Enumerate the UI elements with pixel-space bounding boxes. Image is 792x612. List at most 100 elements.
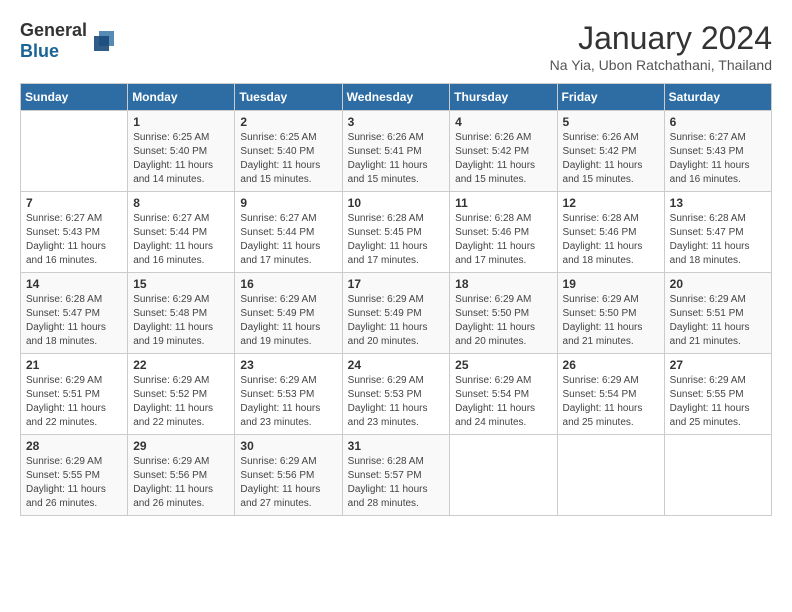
month-year-title: January 2024 bbox=[550, 20, 772, 57]
day-number: 20 bbox=[670, 277, 766, 291]
calendar-cell: 27Sunrise: 6:29 AMSunset: 5:55 PMDayligh… bbox=[664, 354, 771, 435]
day-number: 18 bbox=[455, 277, 551, 291]
calendar-cell: 8 Sunrise: 6:27 AMSunset: 5:44 PMDaylight… bbox=[128, 192, 235, 273]
logo: General Blue bbox=[20, 20, 119, 62]
calendar-cell: 21 Sunrise: 6:29 AMSunset: 5:51 PMDayligh… bbox=[21, 354, 128, 435]
day-number: 17 bbox=[348, 277, 445, 291]
day-info: Sunrise: 6:28 AMSunset: 5:57 PMDaylight:… bbox=[348, 455, 445, 511]
page-header: General Blue January 2024 Na Yia, Ubon R… bbox=[20, 20, 772, 73]
calendar-week-2: 7Sunrise: 6:27 AMSunset: 5:43 PMDaylight… bbox=[21, 192, 772, 273]
logo-text: General Blue bbox=[20, 20, 87, 62]
calendar-table: SundayMondayTuesdayWednesdayThursdayFrid… bbox=[20, 83, 772, 516]
day-info: Sunrise: 6:27 AMSunset: 5:44 PMDaylight:… bbox=[240, 212, 336, 268]
day-info: Sunrise: 6:29 AMSunset: 5:55 PMDaylight:… bbox=[26, 455, 122, 511]
day-number: 16 bbox=[240, 277, 336, 291]
day-number: 14 bbox=[26, 277, 122, 291]
calendar-cell: 29 Sunrise: 6:29 AMSunset: 5:56 PMDayligh… bbox=[128, 435, 235, 516]
day-number: 7 bbox=[26, 196, 122, 210]
day-number: 23 bbox=[240, 358, 336, 372]
day-info: Sunrise: 6:29 AMSunset: 5:56 PMDaylight:… bbox=[240, 455, 336, 511]
day-info: Sunrise: 6:29 AMSunset: 5:50 PMDaylight:… bbox=[563, 293, 659, 349]
calendar-cell: 24 Sunrise: 6:29 AMSunset: 5:53 PMDayligh… bbox=[342, 354, 450, 435]
calendar-cell: 22 Sunrise: 6:29 AMSunset: 5:52 PMDayligh… bbox=[128, 354, 235, 435]
day-info: Sunrise: 6:26 AMSunset: 5:41 PMDaylight:… bbox=[348, 131, 445, 187]
day-number: 29 bbox=[133, 439, 229, 453]
day-info: Sunrise: 6:29 AMSunset: 5:56 PMDaylight:… bbox=[133, 455, 229, 511]
calendar-cell: 12Sunrise: 6:28 AMSunset: 5:46 PMDayligh… bbox=[557, 192, 664, 273]
day-info: Sunrise: 6:29 AMSunset: 5:49 PMDaylight:… bbox=[348, 293, 445, 349]
day-number: 5 bbox=[563, 115, 659, 129]
calendar-cell: 19Sunrise: 6:29 AMSunset: 5:50 PMDayligh… bbox=[557, 273, 664, 354]
calendar-cell: 3 Sunrise: 6:26 AMSunset: 5:41 PMDaylight… bbox=[342, 111, 450, 192]
day-number: 30 bbox=[240, 439, 336, 453]
day-number: 9 bbox=[240, 196, 336, 210]
day-info: Sunrise: 6:29 AMSunset: 5:55 PMDaylight:… bbox=[670, 374, 766, 430]
day-number: 11 bbox=[455, 196, 551, 210]
calendar-cell: 7Sunrise: 6:27 AMSunset: 5:43 PMDaylight… bbox=[21, 192, 128, 273]
calendar-cell: 11 Sunrise: 6:28 AMSunset: 5:46 PMDayligh… bbox=[450, 192, 557, 273]
day-number: 21 bbox=[26, 358, 122, 372]
day-info: Sunrise: 6:28 AMSunset: 5:46 PMDaylight:… bbox=[563, 212, 659, 268]
calendar-week-3: 14 Sunrise: 6:28 AMSunset: 5:47 PMDayligh… bbox=[21, 273, 772, 354]
calendar-week-4: 21 Sunrise: 6:29 AMSunset: 5:51 PMDayligh… bbox=[21, 354, 772, 435]
day-header-monday: Monday bbox=[128, 84, 235, 111]
day-info: Sunrise: 6:29 AMSunset: 5:51 PMDaylight:… bbox=[670, 293, 766, 349]
day-info: Sunrise: 6:25 AMSunset: 5:40 PMDaylight:… bbox=[133, 131, 229, 187]
calendar-cell: 18 Sunrise: 6:29 AMSunset: 5:50 PMDayligh… bbox=[450, 273, 557, 354]
day-info: Sunrise: 6:27 AMSunset: 5:43 PMDaylight:… bbox=[670, 131, 766, 187]
calendar-cell: 15Sunrise: 6:29 AMSunset: 5:48 PMDayligh… bbox=[128, 273, 235, 354]
day-info: Sunrise: 6:27 AMSunset: 5:44 PMDaylight:… bbox=[133, 212, 229, 268]
day-header-saturday: Saturday bbox=[664, 84, 771, 111]
day-number: 1 bbox=[133, 115, 229, 129]
logo-blue: Blue bbox=[20, 41, 59, 61]
calendar-cell: 13 Sunrise: 6:28 AMSunset: 5:47 PMDayligh… bbox=[664, 192, 771, 273]
day-number: 24 bbox=[348, 358, 445, 372]
calendar-cell: 31 Sunrise: 6:28 AMSunset: 5:57 PMDayligh… bbox=[342, 435, 450, 516]
calendar-cell: 9 Sunrise: 6:27 AMSunset: 5:44 PMDaylight… bbox=[235, 192, 342, 273]
calendar-cell: 23 Sunrise: 6:29 AMSunset: 5:53 PMDayligh… bbox=[235, 354, 342, 435]
day-header-tuesday: Tuesday bbox=[235, 84, 342, 111]
day-info: Sunrise: 6:29 AMSunset: 5:49 PMDaylight:… bbox=[240, 293, 336, 349]
calendar-cell: 20 Sunrise: 6:29 AMSunset: 5:51 PMDayligh… bbox=[664, 273, 771, 354]
calendar-cell: 28 Sunrise: 6:29 AMSunset: 5:55 PMDayligh… bbox=[21, 435, 128, 516]
calendar-cell: 5 Sunrise: 6:26 AMSunset: 5:42 PMDaylight… bbox=[557, 111, 664, 192]
day-number: 3 bbox=[348, 115, 445, 129]
day-number: 28 bbox=[26, 439, 122, 453]
day-number: 25 bbox=[455, 358, 551, 372]
day-number: 13 bbox=[670, 196, 766, 210]
calendar-cell: 26 Sunrise: 6:29 AMSunset: 5:54 PMDayligh… bbox=[557, 354, 664, 435]
day-number: 8 bbox=[133, 196, 229, 210]
day-number: 26 bbox=[563, 358, 659, 372]
day-number: 2 bbox=[240, 115, 336, 129]
day-info: Sunrise: 6:29 AMSunset: 5:51 PMDaylight:… bbox=[26, 374, 122, 430]
day-info: Sunrise: 6:29 AMSunset: 5:53 PMDaylight:… bbox=[348, 374, 445, 430]
calendar-cell: 17 Sunrise: 6:29 AMSunset: 5:49 PMDayligh… bbox=[342, 273, 450, 354]
day-info: Sunrise: 6:28 AMSunset: 5:47 PMDaylight:… bbox=[670, 212, 766, 268]
day-info: Sunrise: 6:29 AMSunset: 5:53 PMDaylight:… bbox=[240, 374, 336, 430]
day-info: Sunrise: 6:29 AMSunset: 5:54 PMDaylight:… bbox=[455, 374, 551, 430]
day-header-sunday: Sunday bbox=[21, 84, 128, 111]
calendar-week-5: 28 Sunrise: 6:29 AMSunset: 5:55 PMDayligh… bbox=[21, 435, 772, 516]
day-number: 22 bbox=[133, 358, 229, 372]
day-info: Sunrise: 6:28 AMSunset: 5:47 PMDaylight:… bbox=[26, 293, 122, 349]
title-block: January 2024 Na Yia, Ubon Ratchathani, T… bbox=[550, 20, 772, 73]
day-number: 4 bbox=[455, 115, 551, 129]
calendar-body: 1 Sunrise: 6:25 AMSunset: 5:40 PMDaylight… bbox=[21, 111, 772, 516]
calendar-cell: 25 Sunrise: 6:29 AMSunset: 5:54 PMDayligh… bbox=[450, 354, 557, 435]
day-header-thursday: Thursday bbox=[450, 84, 557, 111]
day-info: Sunrise: 6:26 AMSunset: 5:42 PMDaylight:… bbox=[563, 131, 659, 187]
calendar-cell bbox=[664, 435, 771, 516]
calendar-cell: 2 Sunrise: 6:25 AMSunset: 5:40 PMDaylight… bbox=[235, 111, 342, 192]
day-info: Sunrise: 6:29 AMSunset: 5:52 PMDaylight:… bbox=[133, 374, 229, 430]
day-info: Sunrise: 6:25 AMSunset: 5:40 PMDaylight:… bbox=[240, 131, 336, 187]
calendar-cell bbox=[450, 435, 557, 516]
logo-icon bbox=[89, 26, 119, 56]
day-info: Sunrise: 6:28 AMSunset: 5:46 PMDaylight:… bbox=[455, 212, 551, 268]
days-of-week-row: SundayMondayTuesdayWednesdayThursdayFrid… bbox=[21, 84, 772, 111]
calendar-cell: 1 Sunrise: 6:25 AMSunset: 5:40 PMDaylight… bbox=[128, 111, 235, 192]
calendar-cell bbox=[557, 435, 664, 516]
day-header-friday: Friday bbox=[557, 84, 664, 111]
day-info: Sunrise: 6:29 AMSunset: 5:50 PMDaylight:… bbox=[455, 293, 551, 349]
day-info: Sunrise: 6:29 AMSunset: 5:54 PMDaylight:… bbox=[563, 374, 659, 430]
day-number: 31 bbox=[348, 439, 445, 453]
